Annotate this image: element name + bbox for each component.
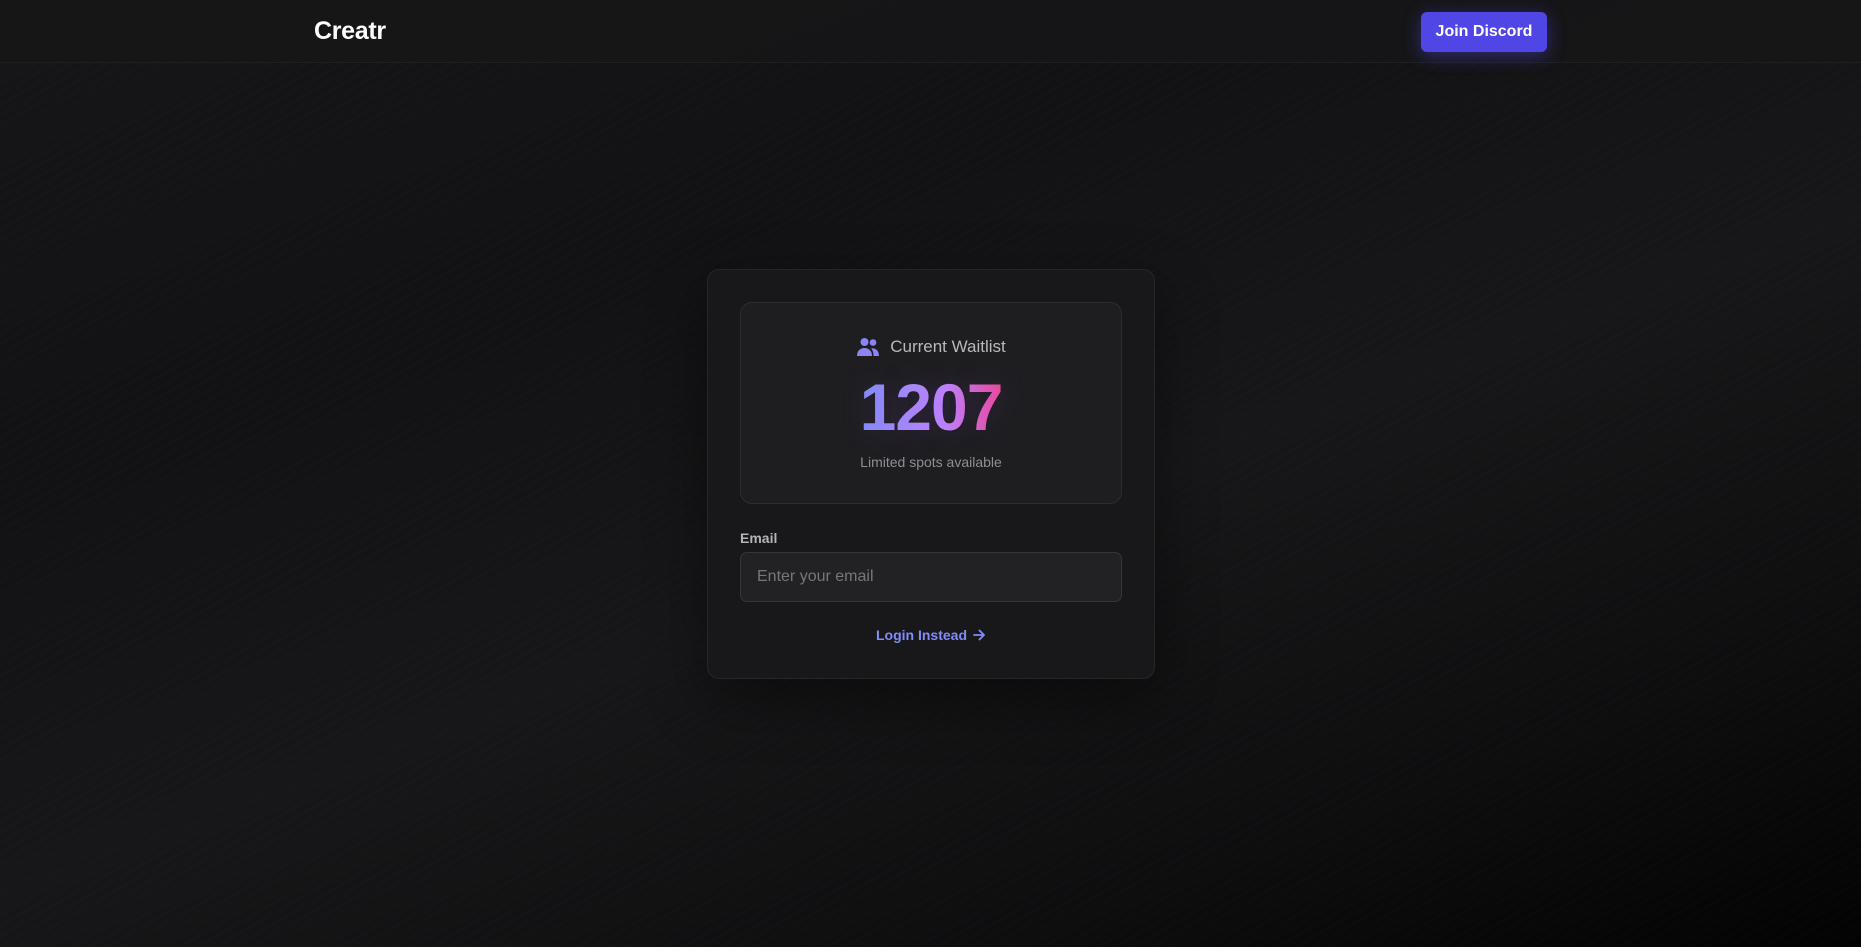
arrow-right-icon <box>973 629 985 641</box>
waitlist-subtitle: Limited spots available <box>860 454 1002 470</box>
email-field[interactable] <box>740 552 1122 602</box>
waitlist-count: 1207 <box>741 369 1121 445</box>
users-icon <box>857 338 880 356</box>
waitlist-title: Current Waitlist <box>890 337 1006 356</box>
waitlist-card: Current Waitlist 1207 Limited spots avai… <box>707 269 1155 679</box>
waitlist-count-value: 1207 <box>859 370 1004 444</box>
join-discord-button[interactable]: Join Discord <box>1421 12 1547 52</box>
top-nav-bar: Creatr Join Discord <box>0 0 1861 63</box>
waitlist-header: Current Waitlist <box>741 336 1121 358</box>
email-label: Email <box>740 530 778 546</box>
login-instead-label: Login Instead <box>876 627 967 643</box>
brand-logo[interactable]: Creatr <box>314 17 386 46</box>
login-instead-link[interactable]: Login Instead <box>708 627 1154 643</box>
waitlist-counter-panel: Current Waitlist 1207 Limited spots avai… <box>740 302 1122 504</box>
